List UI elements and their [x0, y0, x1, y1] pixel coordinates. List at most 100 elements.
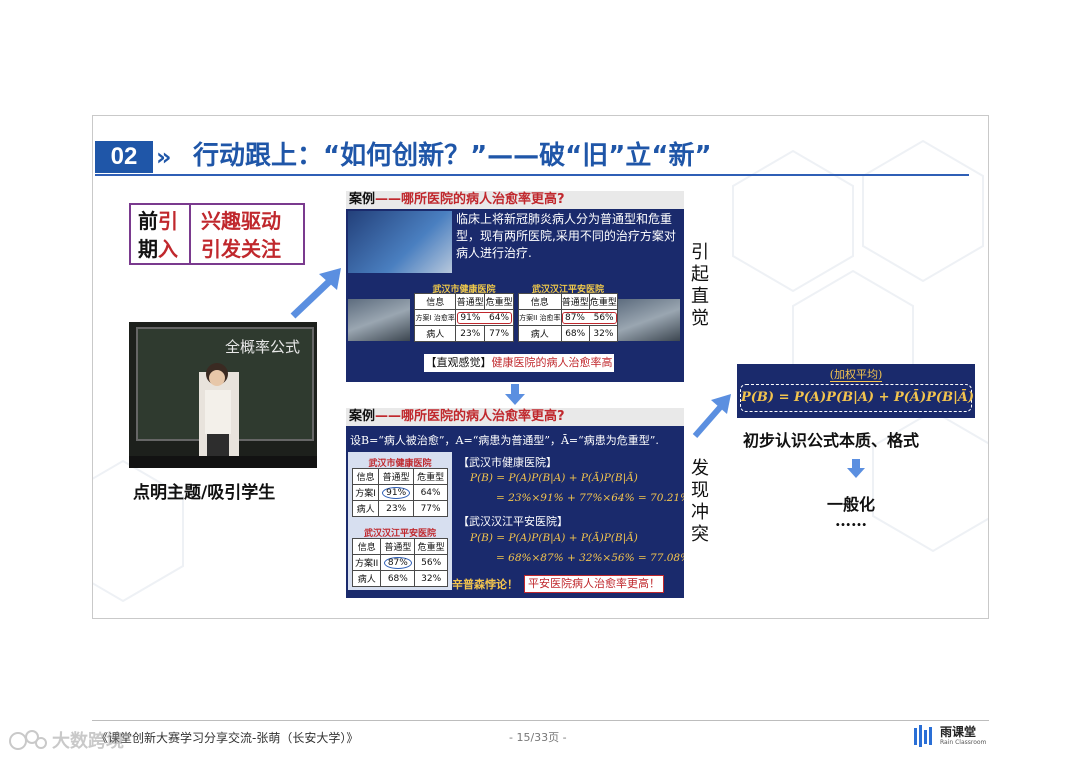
intro-char: 引 — [158, 209, 178, 233]
logo-name: 雨课堂 — [940, 724, 977, 739]
highlight-cell: 91% 64% — [455, 309, 514, 326]
hospital-b-table: 信息 普通型 危重型 方案II 87% 56% 病人 68% 32% — [351, 538, 448, 587]
cell: 方案I — [351, 484, 380, 501]
cell: 23% — [378, 500, 415, 517]
arrow-down-icon — [505, 384, 525, 405]
cell: 普通型 — [455, 293, 486, 310]
event-definition: 设B=“病人被治愈”，A=“病患为普通型”，Ā=“病患为危重型”. — [350, 434, 659, 447]
intro-line: 引发关注 — [201, 237, 281, 261]
title-underline — [95, 174, 969, 176]
formula-title-text: (加权平均) — [829, 368, 883, 382]
cell: 87% — [564, 312, 585, 323]
calc-b-result: = 68%×87% + 32%×56% = 77.08% — [496, 552, 684, 564]
vchar: 突 — [691, 524, 709, 545]
cell: 危重型 — [413, 468, 448, 485]
cell: 方案I 治愈率 — [413, 309, 457, 326]
rain-classroom-logo: 雨课堂 Rain Classroom — [913, 725, 986, 747]
page-indicator: - 15/33页 - — [509, 731, 567, 744]
news-image — [348, 211, 452, 273]
cell: 病人 — [518, 325, 562, 342]
vertical-label-conflict: 发 现 冲 突 — [689, 458, 711, 546]
footer-title: 《课堂创新大赛学习分享交流-张萌（长安大学）》 — [96, 731, 359, 745]
panel-header-key: 案例 — [349, 192, 376, 207]
logo-subtitle: Rain Classroom — [940, 738, 987, 746]
cell: 危重型 — [588, 293, 619, 310]
cell: 77% — [413, 500, 448, 517]
conclusion-label: 【直观感觉】 — [425, 356, 492, 369]
intro-line: 兴趣驱动 — [201, 209, 281, 233]
cell: 91% — [460, 312, 481, 323]
slide-frame: 02 » 行动跟上：“如何创新？”——破“旧”立“新” 前引 期入 兴趣驱动 引… — [92, 115, 989, 619]
vchar: 现 — [691, 480, 709, 501]
cell: 方案II — [351, 554, 382, 571]
rain-classroom-logo-icon — [914, 725, 932, 747]
cell: 信息 — [351, 538, 382, 555]
conclusion-text: 健康医院的病人治愈率高 — [491, 356, 613, 369]
simpson-paradox-label: 辛普森悖论！ — [452, 578, 518, 591]
formula-caption: 初步认识公式本质、格式 — [743, 431, 920, 450]
intro-left: 前引 期入 — [131, 205, 191, 263]
cell: 64% — [413, 484, 448, 501]
arrow-up-right-icon — [290, 268, 341, 319]
cell: 信息 — [518, 293, 562, 310]
panel-header: 案例——哪所医院的病人治愈率更高? — [346, 191, 684, 209]
watermark-text: 大数跨境 — [52, 731, 124, 752]
formula-equation: P(B) = P(A)P(B|A) + P(Ā)P(B|Ā) — [740, 384, 974, 412]
footer-divider — [92, 720, 989, 721]
cell: 91% — [382, 486, 411, 499]
panel-header-key: 案例 — [349, 409, 376, 424]
calc-a-title: 【武汉市健康医院】 — [458, 456, 557, 469]
hospital-b-table: 信息 普通型 危重型 方案II 治愈率 87% 56% 病人 68% 32% — [518, 293, 619, 342]
panel-header-text: ——哪所医院的病人治愈率更高? — [375, 192, 565, 207]
medical-image-right — [618, 299, 680, 341]
cell: 病人 — [351, 500, 380, 517]
double-chevron-right-icon: » — [156, 143, 172, 171]
intro-box: 前引 期入 兴趣驱动 引发关注 — [129, 203, 305, 265]
cell: 68% — [560, 325, 590, 342]
cell: 68% — [380, 570, 416, 587]
cell: 普通型 — [380, 538, 416, 555]
cell: 56% — [414, 554, 448, 571]
vchar: 冲 — [691, 502, 709, 523]
panel-header-text: ——哪所医院的病人治愈率更高? — [375, 409, 565, 424]
photo-caption: 点明主题/吸引学生 — [133, 483, 276, 503]
teacher-photo: 全概率公式 — [129, 322, 317, 468]
vchar: 直 — [691, 286, 709, 307]
vchar: 引 — [691, 242, 709, 263]
hospital-a-table: 信息 普通型 危重型 方案I 治愈率 91% 64% 病人 23% 77% — [413, 293, 514, 342]
vchar: 觉 — [691, 308, 709, 329]
panel-header: 案例——哪所医院的病人治愈率更高? — [346, 408, 684, 426]
vchar: 发 — [691, 458, 709, 479]
medical-image-left — [348, 299, 410, 341]
cell: 64% — [489, 312, 510, 323]
slide-title: 行动跟上：“如何创新？”——破“旧”立“新” — [193, 141, 712, 171]
board-text: 全概率公式 — [225, 338, 301, 356]
vchar: 起 — [691, 264, 709, 285]
cell: 普通型 — [560, 293, 590, 310]
hospital-a-table: 信息 普通型 危重型 方案I 91% 64% 病人 23% 77% — [351, 468, 448, 517]
watermark: 大数跨境 — [8, 727, 124, 753]
intuition-conclusion: 【直观感觉】健康医院的病人治愈率高 — [424, 354, 614, 372]
cell: 32% — [414, 570, 448, 587]
intro-right: 兴趣驱动 引发关注 — [191, 205, 303, 263]
cell: 23% — [455, 325, 486, 342]
cell: 普通型 — [378, 468, 415, 485]
formula-title: (加权平均) — [737, 366, 975, 382]
arrow-down-icon — [847, 459, 865, 478]
cell: 危重型 — [414, 538, 448, 555]
intro-char: 前 — [138, 209, 158, 233]
cell: 病人 — [351, 570, 382, 587]
intro-char: 入 — [158, 237, 178, 261]
cell: 32% — [588, 325, 619, 342]
cell: 56% — [593, 312, 614, 323]
arrow-up-right-icon — [692, 394, 731, 438]
case-panel-calculation: 案例——哪所医院的病人治愈率更高? 设B=“病人被治愈”，A=“病患为普通型”，… — [346, 408, 684, 598]
section-number: 02 — [95, 141, 153, 173]
calc-a-formula: P(B) = P(A)P(B|A) + P(Ā)P(B|Ā) — [470, 472, 638, 484]
cell: 77% — [484, 325, 514, 342]
cell: 危重型 — [484, 293, 514, 310]
ellipsis: …… — [835, 511, 867, 530]
calc-a-result: = 23%×91% + 77%×64% = 70.21% — [496, 492, 684, 504]
total-probability-formula: (加权平均) P(B) = P(A)P(B|A) + P(Ā)P(B|Ā) — [737, 364, 975, 418]
calc-b-title: 【武汉汉江平安医院】 — [458, 515, 568, 528]
